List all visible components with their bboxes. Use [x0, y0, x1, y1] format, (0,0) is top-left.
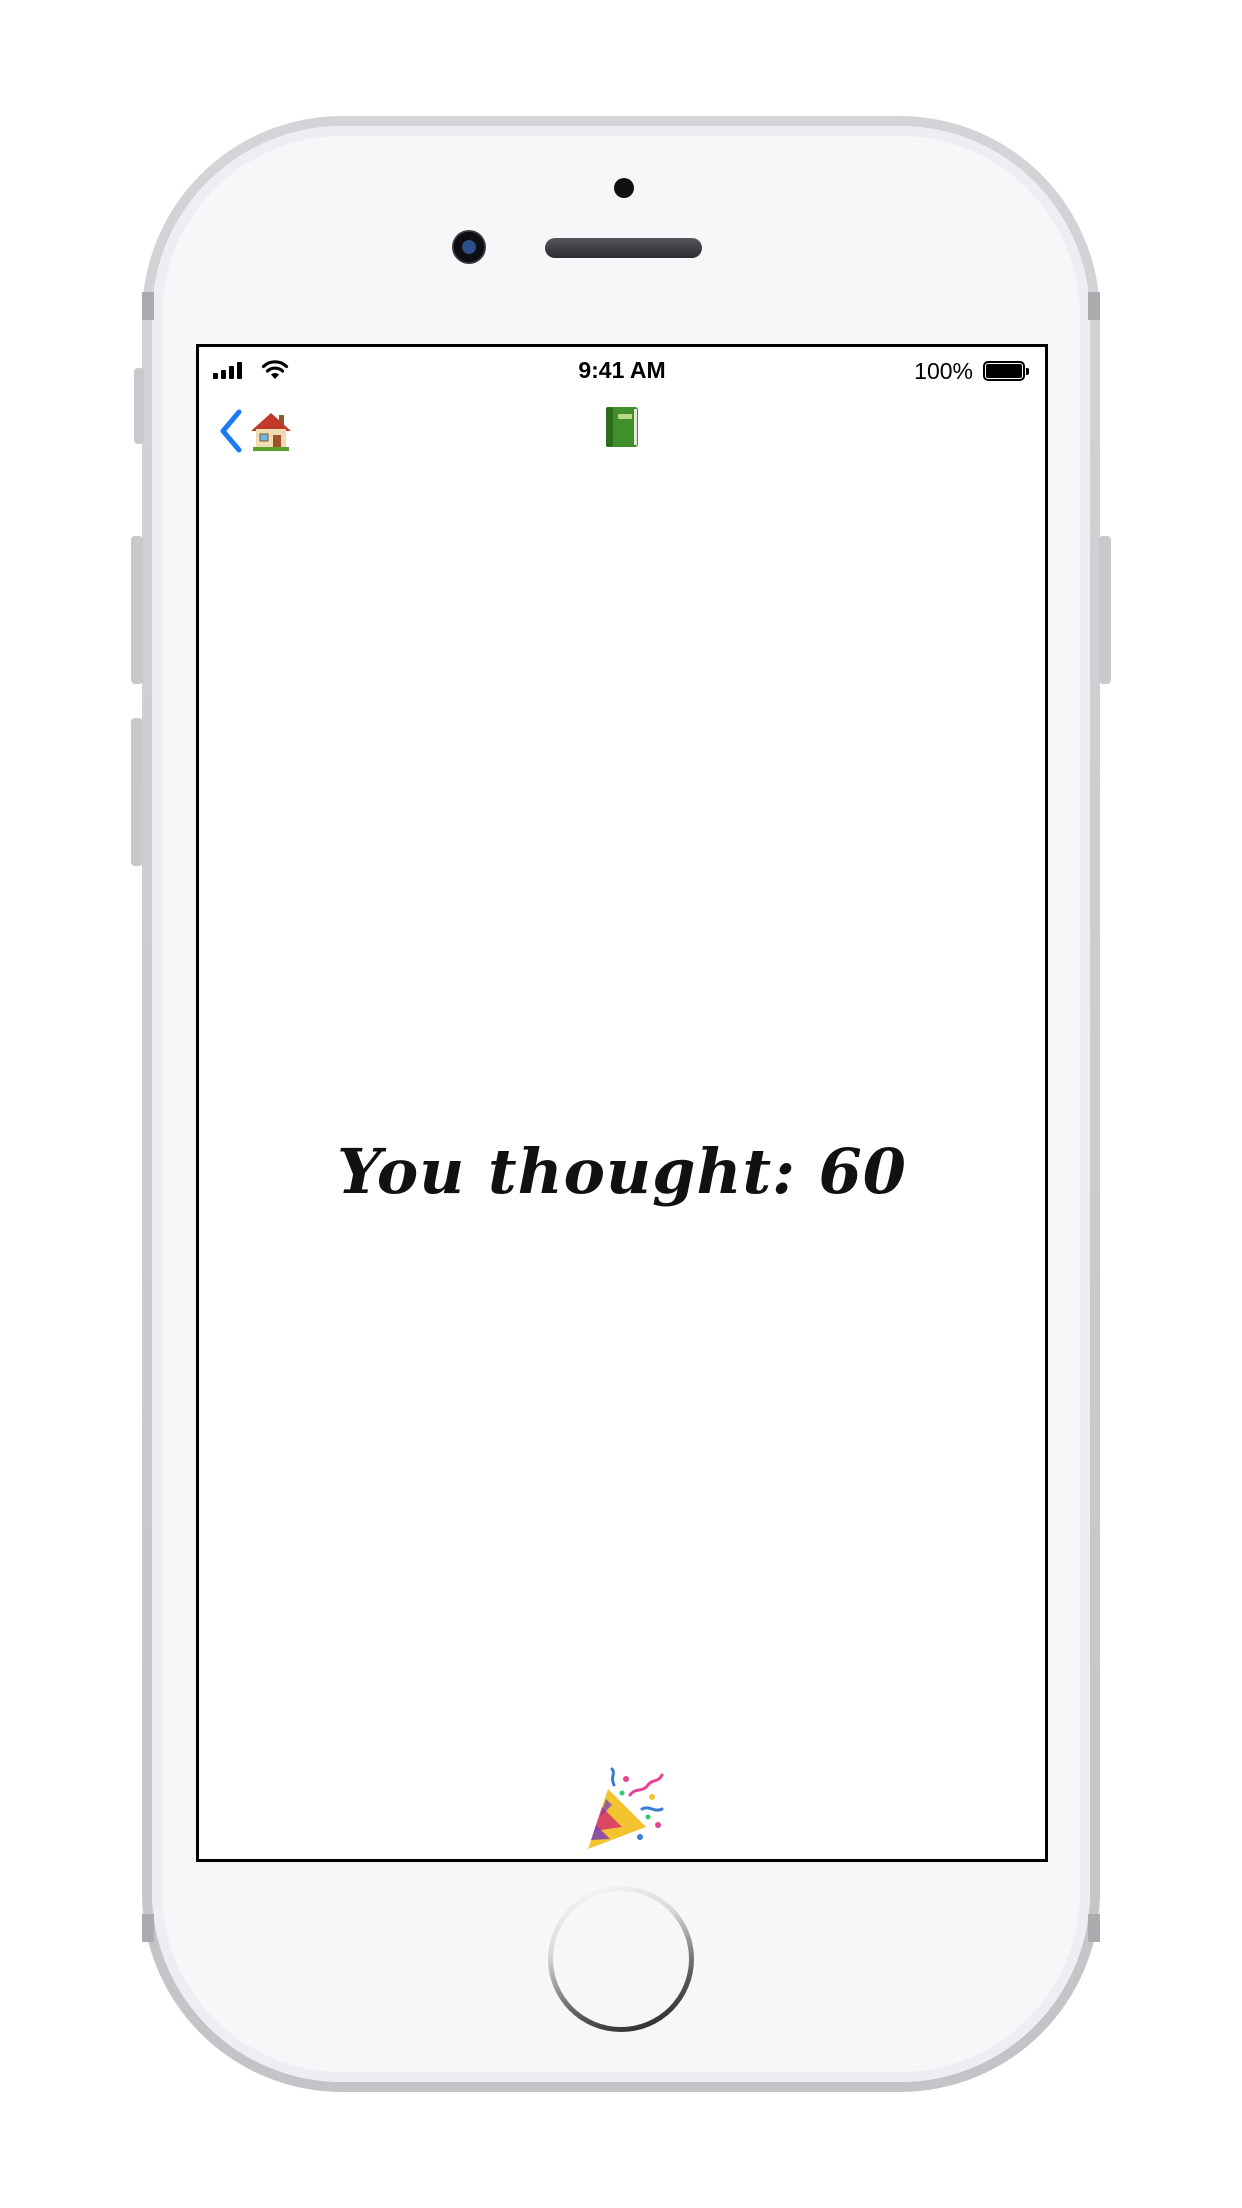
proximity-sensor [614, 178, 634, 198]
green-book-icon[interactable] [604, 405, 640, 449]
front-camera [452, 230, 486, 264]
antenna-band [142, 1914, 154, 1942]
device-mockup: 9:41 AM 100% You thought: 60 [0, 0, 1242, 2208]
navigation-bar [199, 389, 1045, 469]
home-button[interactable] [548, 1886, 694, 2032]
antenna-band [1088, 292, 1100, 320]
house-icon [251, 413, 291, 451]
party-popper-icon[interactable] [582, 1767, 668, 1853]
result-text: You thought: 60 [337, 1135, 907, 1208]
antenna-band [142, 292, 154, 320]
mute-switch [134, 368, 144, 444]
back-button[interactable] [219, 405, 293, 457]
status-bar: 9:41 AM 100% [199, 347, 1045, 389]
volume-up-button [131, 536, 143, 684]
battery-icon [983, 361, 1029, 381]
chevron-left-icon [220, 409, 242, 453]
volume-down-button [131, 718, 143, 866]
screen: 9:41 AM 100% You thought: 60 [196, 344, 1048, 1862]
battery-percentage: 100% [914, 358, 973, 384]
antenna-band [1088, 1914, 1100, 1942]
power-button [1099, 536, 1111, 684]
earpiece-speaker [545, 238, 702, 258]
